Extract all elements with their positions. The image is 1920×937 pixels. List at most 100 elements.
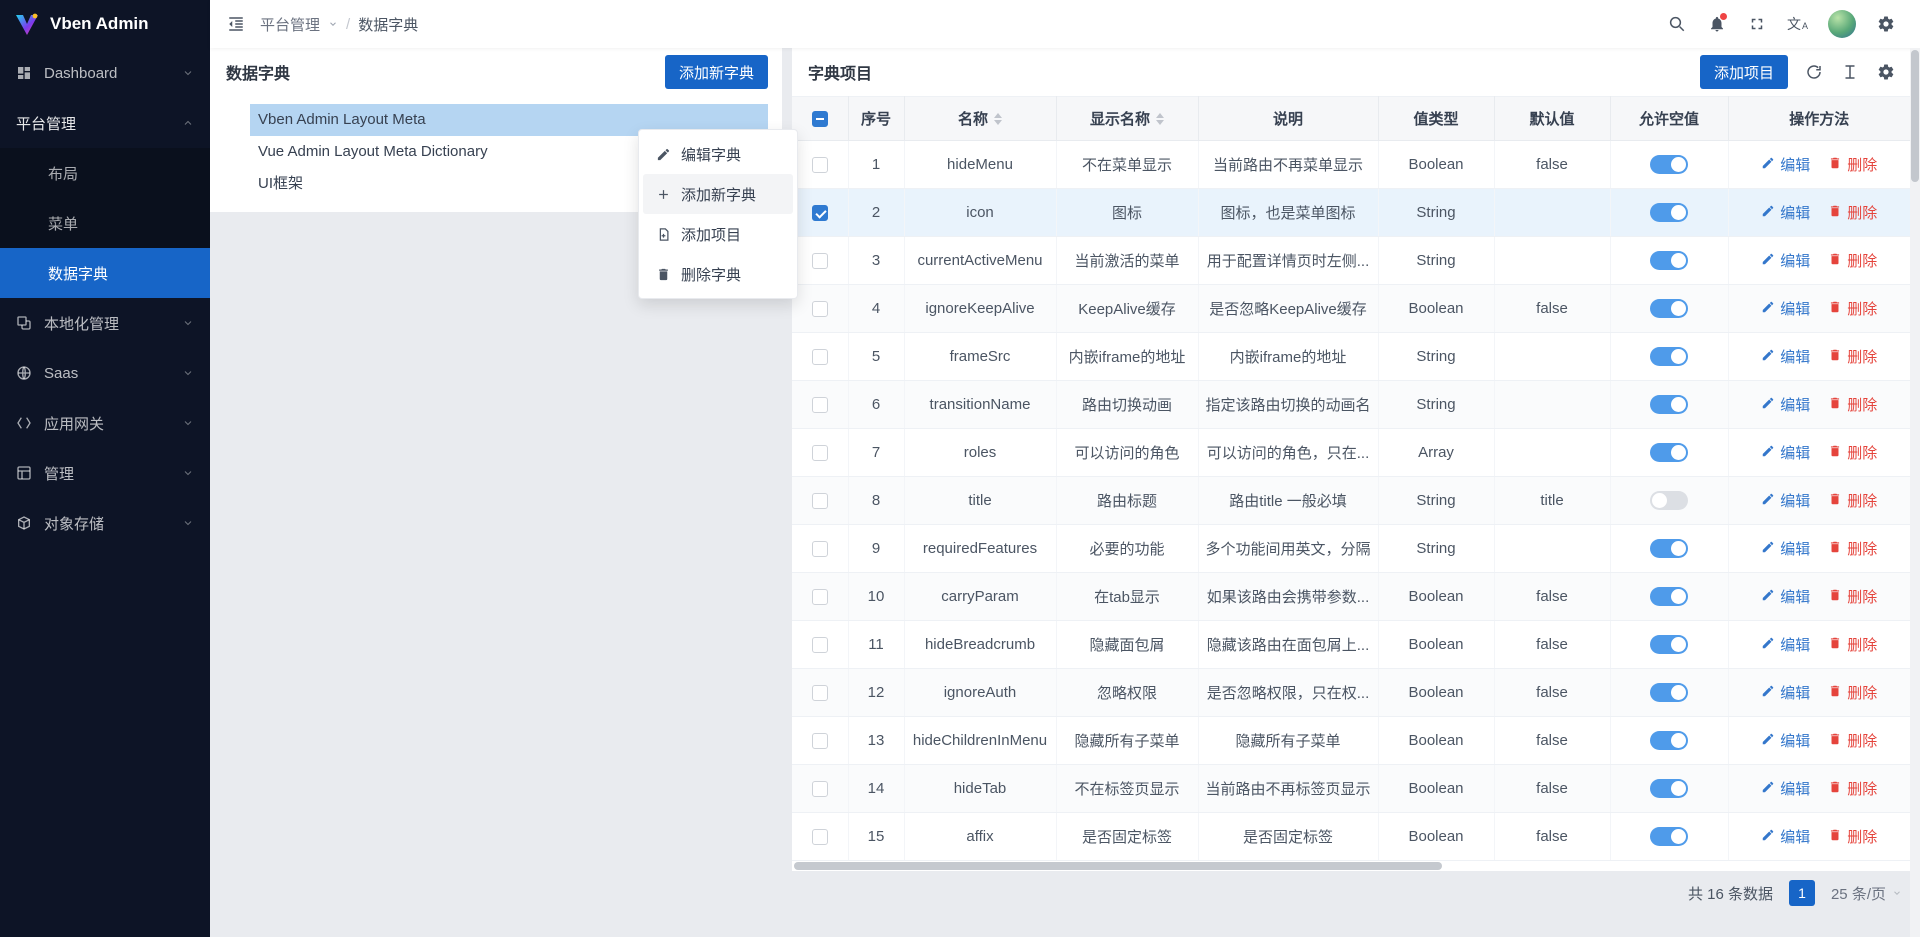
delete-link[interactable]: 删除 — [1828, 586, 1877, 607]
edit-link[interactable]: 编辑 — [1761, 682, 1810, 703]
row-checkbox[interactable] — [812, 829, 828, 845]
edit-link[interactable]: 编辑 — [1761, 634, 1810, 655]
row-checkbox[interactable] — [812, 589, 828, 605]
page-scrollbar[interactable] — [1910, 48, 1920, 937]
horizontal-scrollbar-thumb[interactable] — [794, 862, 1442, 870]
edit-link[interactable]: 编辑 — [1761, 346, 1810, 367]
translate-icon[interactable]: 文A — [1787, 17, 1808, 31]
allow-null-toggle[interactable] — [1650, 299, 1688, 318]
allow-null-toggle[interactable] — [1650, 779, 1688, 798]
menu-fold-icon[interactable] — [226, 14, 246, 34]
allow-null-toggle[interactable] — [1650, 731, 1688, 750]
row-checkbox[interactable] — [812, 157, 828, 173]
allow-null-toggle[interactable] — [1650, 683, 1688, 702]
select-all-checkbox[interactable] — [812, 111, 828, 127]
row-checkbox[interactable] — [812, 205, 828, 221]
add-dictionary-button[interactable]: 添加新字典 — [665, 55, 768, 89]
delete-link[interactable]: 删除 — [1828, 634, 1877, 655]
edit-link[interactable]: 编辑 — [1761, 730, 1810, 751]
delete-link[interactable]: 删除 — [1828, 250, 1877, 271]
row-checkbox[interactable] — [812, 445, 828, 461]
allow-null-toggle[interactable] — [1650, 395, 1688, 414]
refresh-icon[interactable] — [1804, 62, 1824, 82]
sort-icon[interactable] — [994, 113, 1002, 125]
page-scrollbar-thumb[interactable] — [1911, 50, 1919, 182]
row-checkbox[interactable] — [812, 733, 828, 749]
fullscreen-icon[interactable] — [1747, 14, 1767, 34]
edit-link[interactable]: 编辑 — [1761, 298, 1810, 319]
allow-null-toggle[interactable] — [1650, 539, 1688, 558]
delete-link[interactable]: 删除 — [1828, 202, 1877, 223]
delete-link[interactable]: 删除 — [1828, 154, 1877, 175]
sidebar-item-storage[interactable]: 对象存储 — [0, 498, 210, 548]
sidebar-subitem-data-dictionary[interactable]: 数据字典 — [0, 248, 210, 298]
allow-null-toggle[interactable] — [1650, 251, 1688, 270]
edit-link[interactable]: 编辑 — [1761, 250, 1810, 271]
column-header-display-name[interactable]: 显示名称 — [1056, 97, 1198, 141]
delete-link[interactable]: 删除 — [1828, 778, 1877, 799]
column-header-name[interactable]: 名称 — [904, 97, 1056, 141]
allow-null-toggle[interactable] — [1650, 203, 1688, 222]
row-checkbox[interactable] — [812, 301, 828, 317]
search-icon[interactable] — [1667, 14, 1687, 34]
row-checkbox[interactable] — [812, 781, 828, 797]
sidebar-item-dashboard[interactable]: Dashboard — [0, 48, 210, 98]
edit-link[interactable]: 编辑 — [1761, 586, 1810, 607]
page-number-button[interactable]: 1 — [1789, 880, 1815, 906]
sidebar-item-platform[interactable]: 平台管理 — [0, 98, 210, 148]
row-height-icon[interactable] — [1840, 62, 1860, 82]
avatar[interactable] — [1828, 10, 1856, 38]
context-menu-item-delete-dictionary[interactable]: 删除字典 — [643, 254, 793, 294]
edit-link[interactable]: 编辑 — [1761, 442, 1810, 463]
edit-link[interactable]: 编辑 — [1761, 490, 1810, 511]
allow-null-toggle[interactable] — [1650, 155, 1688, 174]
row-checkbox[interactable] — [812, 541, 828, 557]
delete-link[interactable]: 删除 — [1828, 442, 1877, 463]
settings-gear-icon[interactable] — [1876, 14, 1896, 34]
allow-null-toggle[interactable] — [1650, 827, 1688, 846]
delete-link[interactable]: 删除 — [1828, 826, 1877, 847]
edit-link[interactable]: 编辑 — [1761, 778, 1810, 799]
edit-link[interactable]: 编辑 — [1761, 202, 1810, 223]
row-checkbox[interactable] — [812, 253, 828, 269]
edit-link[interactable]: 编辑 — [1761, 826, 1810, 847]
allow-null-toggle[interactable] — [1650, 635, 1688, 654]
row-checkbox[interactable] — [812, 397, 828, 413]
delete-link[interactable]: 删除 — [1828, 730, 1877, 751]
sidebar-item-saas[interactable]: Saas — [0, 348, 210, 398]
page-size-select[interactable]: 25 条/页 — [1831, 883, 1902, 904]
delete-link[interactable]: 删除 — [1828, 298, 1877, 319]
add-item-button[interactable]: 添加项目 — [1700, 55, 1788, 89]
sidebar-subitem-menu[interactable]: 菜单 — [0, 198, 210, 248]
table-settings-gear-icon[interactable] — [1876, 62, 1896, 82]
sidebar-item-gateway[interactable]: 应用网关 — [0, 398, 210, 448]
row-checkbox[interactable] — [812, 493, 828, 509]
delete-link[interactable]: 删除 — [1828, 490, 1877, 511]
context-menu-item-add-item[interactable]: 添加项目 — [643, 214, 793, 254]
breadcrumb-item-current[interactable]: 数据字典 — [358, 14, 418, 35]
sort-icon[interactable] — [1156, 113, 1164, 125]
notification-bell-icon[interactable] — [1707, 14, 1727, 34]
allow-null-toggle[interactable] — [1650, 491, 1688, 510]
delete-link[interactable]: 删除 — [1828, 346, 1877, 367]
delete-link[interactable]: 删除 — [1828, 682, 1877, 703]
edit-link[interactable]: 编辑 — [1761, 154, 1810, 175]
edit-link[interactable]: 编辑 — [1761, 394, 1810, 415]
allow-null-toggle[interactable] — [1650, 587, 1688, 606]
delete-link[interactable]: 删除 — [1828, 538, 1877, 559]
row-checkbox[interactable] — [812, 685, 828, 701]
breadcrumb-item-platform[interactable]: 平台管理 — [260, 14, 320, 35]
row-checkbox[interactable] — [812, 349, 828, 365]
delete-link[interactable]: 删除 — [1828, 394, 1877, 415]
allow-null-toggle[interactable] — [1650, 347, 1688, 366]
allow-null-toggle[interactable] — [1650, 443, 1688, 462]
horizontal-scrollbar[interactable] — [792, 861, 1910, 871]
sidebar-subitem-layout[interactable]: 布局 — [0, 148, 210, 198]
context-menu-item-add-new-dictionary[interactable]: 添加新字典 — [643, 174, 793, 214]
edit-link[interactable]: 编辑 — [1761, 538, 1810, 559]
sidebar-item-localization[interactable]: 本地化管理 — [0, 298, 210, 348]
row-checkbox[interactable] — [812, 637, 828, 653]
sidebar-item-manage[interactable]: 管理 — [0, 448, 210, 498]
logo[interactable]: Vben Admin — [0, 0, 210, 48]
context-menu-item-edit-dictionary[interactable]: 编辑字典 — [643, 134, 793, 174]
